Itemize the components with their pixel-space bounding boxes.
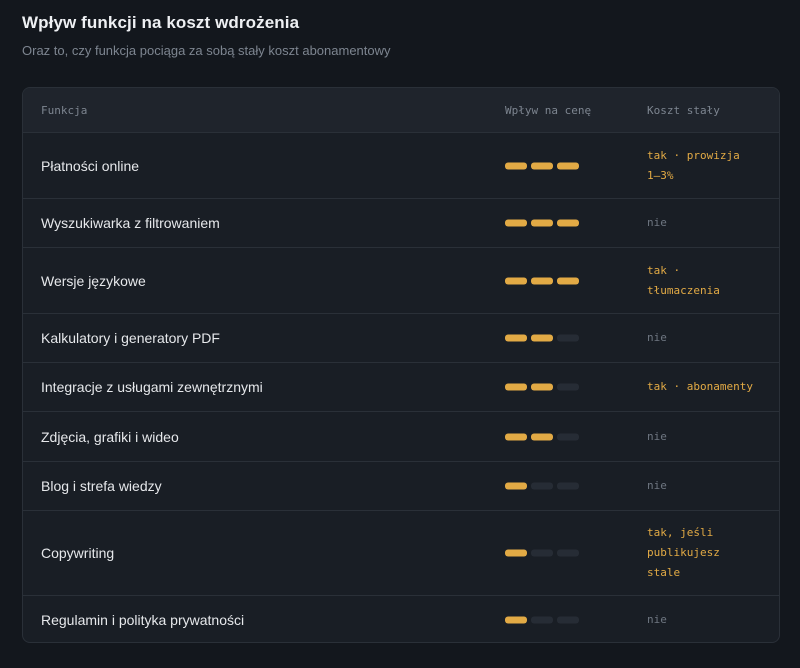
table-row: Zdjęcia, grafiki i wideo nie	[23, 412, 779, 462]
fixed-cost-line: nie	[647, 479, 667, 492]
impact-meter	[505, 334, 579, 342]
fixed-cost-line: stale	[647, 566, 681, 579]
table-row: Blog i strefa wiedzy nie	[23, 462, 779, 511]
impact-meter	[505, 433, 579, 440]
impact-segment-filled	[505, 162, 527, 169]
impact-segment-filled	[531, 433, 553, 440]
impact-segment-empty	[557, 616, 579, 624]
column-header-feature: Funkcja	[41, 104, 88, 117]
fixed-cost: nie	[647, 213, 772, 233]
table-header: Funkcja Wpływ na cenę Koszt stały	[23, 88, 779, 133]
impact-segment-filled	[505, 616, 527, 624]
impact-meter	[505, 482, 579, 490]
fixed-cost-line: tak ·	[647, 263, 681, 277]
impact-segment-filled	[505, 219, 527, 227]
table-row: Płatności online tak · prowizja 1–3%	[23, 133, 779, 199]
feature-name: Copywriting	[41, 545, 115, 561]
table-row: Copywriting tak, jeśli publikujesz stale	[23, 511, 779, 596]
feature-name: Zdjęcia, grafiki i wideo	[41, 428, 179, 445]
impact-segment-filled	[531, 219, 553, 227]
impact-segment-filled	[557, 162, 579, 169]
impact-segment-filled	[505, 549, 527, 557]
fixed-cost-line: nie	[647, 331, 667, 344]
page: Wpływ funkcji na koszt wdrożenia Oraz to…	[0, 0, 800, 668]
feature-name: Wersje językowe	[41, 272, 146, 289]
fixed-cost-line: tak · prowizja	[647, 148, 740, 162]
feature-name: Blog i strefa wiedzy	[41, 478, 162, 494]
fixed-cost-line: tak · abonamenty	[647, 380, 753, 393]
fixed-cost: nie	[647, 328, 772, 348]
column-header-cost: Koszt stały	[647, 104, 720, 117]
table-row: Wersje językowe tak · tłumaczenia	[23, 248, 779, 314]
feature-name: Integracje z usługami zewnętrznymi	[41, 379, 263, 395]
fixed-cost-line: tak, jeśli	[647, 526, 714, 539]
fixed-cost: nie	[647, 427, 772, 447]
column-header-impact: Wpływ na cenę	[505, 104, 592, 117]
fixed-cost: nie	[647, 476, 772, 496]
fixed-cost: tak · prowizja 1–3%	[647, 146, 772, 186]
fixed-cost: tak · abonamenty	[647, 377, 772, 397]
fixed-cost-line: nie	[647, 613, 667, 626]
feature-name: Kalkulatory i generatory PDF	[41, 330, 220, 346]
impact-segment-filled	[531, 383, 553, 391]
fixed-cost: nie	[647, 610, 772, 630]
impact-segment-filled	[505, 482, 527, 490]
impact-segment-filled	[557, 277, 579, 284]
impact-segment-empty	[557, 383, 579, 391]
impact-segment-empty	[557, 482, 579, 490]
impact-meter	[505, 162, 579, 169]
fixed-cost-line: nie	[647, 429, 667, 443]
impact-segment-empty	[531, 549, 553, 557]
impact-segment-empty	[557, 433, 579, 440]
impact-segment-empty	[557, 334, 579, 342]
page-subtitle: Oraz to, czy funkcja pociąga za sobą sta…	[22, 43, 391, 58]
fixed-cost-line: publikujesz	[647, 546, 720, 559]
impact-segment-filled	[505, 433, 527, 440]
impact-segment-filled	[505, 334, 527, 342]
fixed-cost: tak, jeśli publikujesz stale	[647, 523, 772, 583]
fixed-cost-line: 1–3%	[647, 168, 674, 182]
impact-meter	[505, 219, 579, 227]
impact-segment-empty	[531, 482, 553, 490]
impact-meter	[505, 383, 579, 391]
impact-segment-filled	[531, 162, 553, 169]
impact-segment-filled	[531, 277, 553, 284]
impact-meter	[505, 277, 579, 284]
fixed-cost: tak · tłumaczenia	[647, 261, 772, 301]
impact-segment-filled	[557, 219, 579, 227]
impact-segment-empty	[557, 549, 579, 557]
feature-name: Wyszukiwarka z filtrowaniem	[41, 215, 220, 231]
table-row: Integracje z usługami zewnętrznymi tak ·…	[23, 363, 779, 412]
impact-meter	[505, 616, 579, 624]
fixed-cost-line: nie	[647, 216, 667, 229]
table-row: Regulamin i polityka prywatności nie	[23, 596, 779, 642]
impact-meter	[505, 549, 579, 557]
impact-segment-filled	[505, 383, 527, 391]
table-row: Wyszukiwarka z filtrowaniem nie	[23, 199, 779, 248]
page-title: Wpływ funkcji na koszt wdrożenia	[22, 13, 300, 32]
feature-name: Regulamin i polityka prywatności	[41, 612, 245, 628]
impact-segment-empty	[531, 616, 553, 624]
fixed-cost-line: tłumaczenia	[647, 283, 720, 297]
feature-cost-table: Funkcja Wpływ na cenę Koszt stały Płatno…	[22, 87, 780, 643]
feature-name: Płatności online	[41, 157, 140, 174]
table-row: Kalkulatory i generatory PDF nie	[23, 314, 779, 363]
impact-segment-filled	[505, 277, 527, 284]
impact-segment-filled	[531, 334, 553, 342]
